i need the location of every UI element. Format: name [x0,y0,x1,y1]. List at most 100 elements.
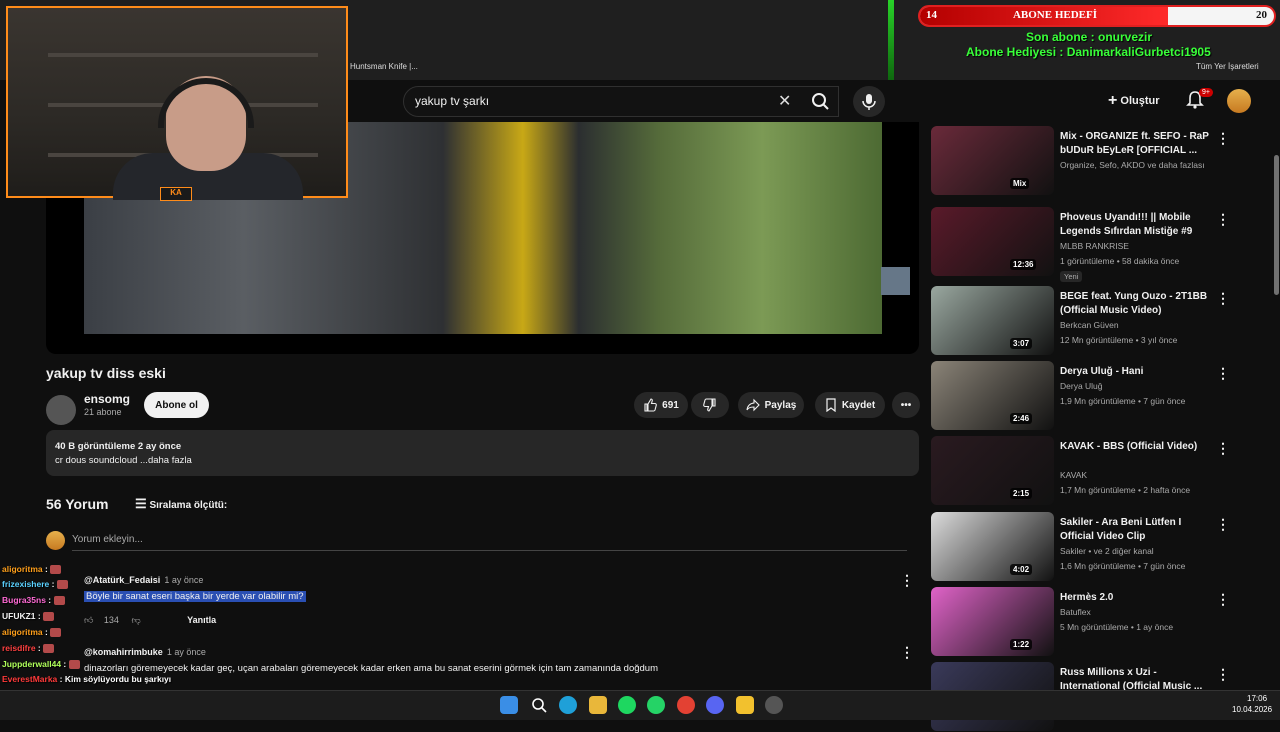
video-title[interactable]: Derya Uluğ - Hani [1060,365,1210,379]
video-title[interactable]: Mix - ORGANIZE ft. SEFO - RaP bUDuR bEyL… [1060,130,1210,158]
channel-name[interactable]: Organize, Sefo, AKDO ve daha fazlası [1060,160,1205,170]
recommended-video[interactable]: Mix Mix - ORGANIZE ft. SEFO - RaP bUDuR b… [931,126,1271,196]
chat-user[interactable]: UFUKZ1 [2,611,36,621]
comment-actions: 👍︎ 134 👎︎ Yanıtla [84,615,216,626]
video-menu-icon[interactable]: ⋮ [1216,211,1230,228]
chat-message: reisdifre : [2,643,55,654]
comment-menu-icon[interactable]: ⋮ [900,644,914,661]
video-menu-icon[interactable]: ⋮ [1216,290,1230,307]
video-meta: 5 Mn görüntüleme • 1 ay önce [1060,622,1174,632]
bookmark-item[interactable]: Huntsman Knife |... [350,62,418,71]
video-thumbnail[interactable] [931,512,1054,581]
edge-icon[interactable] [559,696,577,714]
chat-user[interactable]: aligoritma [2,564,43,574]
video-title[interactable]: KAVAK - BBS (Official Video) [1060,440,1210,454]
share-button[interactable]: Paylaş [738,392,804,418]
video-description[interactable]: 40 B görüntüleme 2 ay önce cr dous sound… [46,430,919,476]
video-menu-icon[interactable]: ⋮ [1216,516,1230,533]
all-bookmarks-link[interactable]: Tüm Yer İşaretleri [1196,62,1259,71]
channel-name[interactable]: Berkcan Güven [1060,320,1119,330]
clock-time[interactable]: 17:06 [1247,694,1267,703]
windows-taskbar [0,690,1280,720]
chat-message: aligoritma : [2,564,62,575]
video-title[interactable]: Hermès 2.0 [1060,591,1210,605]
video-menu-icon[interactable]: ⋮ [1216,365,1230,382]
comment-author[interactable]: @komahirrimbuke 1 ay önce [84,647,206,657]
emote-icon [50,628,62,638]
webcam-logo: KA [160,187,192,201]
video-thumbnail[interactable] [931,587,1054,656]
recommended-video[interactable]: 3:07 BEGE feat. Yung Ouzo - 2T1BB (Offici… [931,286,1271,356]
description-text: cr dous soundcloud ...daha fazla [55,455,192,466]
emote-icon [50,565,62,575]
recommended-video[interactable]: 1:22 Hermès 2.0 Batuflex 5 Mn görüntüleme •… [931,587,1271,657]
spotify-icon[interactable] [618,696,636,714]
channel-avatar[interactable] [46,395,76,425]
channel-name[interactable]: MLBB RANKRISE [1060,241,1129,251]
account-avatar[interactable] [1227,89,1251,113]
search-button[interactable] [801,86,839,117]
channel-name[interactable]: Derya Uluğ [1060,381,1103,391]
channel-name[interactable]: Batuflex [1060,607,1091,617]
dislike-button[interactable] [691,392,729,418]
share-icon [746,398,760,412]
reply-button[interactable]: Yanıtla [187,615,216,625]
subscribe-button[interactable]: Abone ol [144,392,209,418]
video-menu-icon[interactable]: ⋮ [1216,666,1230,683]
create-button[interactable]: + Oluştur [1108,92,1160,110]
video-menu-icon[interactable]: ⋮ [1216,591,1230,608]
comment-author[interactable]: @Atatürk_Fedaisi 1 ay önce [84,575,203,585]
chat-user[interactable]: aligoritma [2,627,43,637]
search-query[interactable]: yakup tv şarkı [415,94,489,108]
new-badge: Yeni [1060,271,1083,282]
recommended-video[interactable]: 4:02 Sakiler - Ara Beni Lütfen I Official… [931,512,1271,582]
more-actions-button[interactable]: ••• [892,392,920,418]
clock-date[interactable]: 10.04.2026 [1232,705,1272,714]
last-subscriber: Son abone : onurvezir [1026,30,1153,44]
chat-user[interactable]: frizexishere [2,579,49,589]
like-button[interactable]: 691 [634,392,688,418]
video-title[interactable]: Phoveus Uyandı!!! || Mobile Legends Sıfı… [1060,211,1210,239]
chat-user[interactable]: EverestMarka [2,674,57,684]
chat-user[interactable]: Juppderwall44 [2,659,61,669]
video-thumbnail[interactable] [931,286,1054,355]
recommended-video[interactable]: 2:46 Derya Uluğ - Hani Derya Uluğ 1,9 Mn gö… [931,361,1271,431]
notification-badge: 9+ [1199,88,1213,97]
save-button[interactable]: Kaydet [815,392,885,418]
app-icon[interactable] [736,696,754,714]
channel-name[interactable]: KAVAK [1060,470,1087,480]
video-menu-icon[interactable]: ⋮ [1216,130,1230,147]
video-title[interactable]: Sakiler - Ara Beni Lütfen I Official Vid… [1060,516,1210,544]
channel-name[interactable]: ensomg [84,392,130,406]
search-icon [812,93,829,110]
goal-target: 20 [1256,9,1267,21]
video-duration: 1:22 [1010,639,1033,650]
video-thumbnail[interactable] [931,436,1054,505]
chrome-icon[interactable] [677,696,695,714]
thumbs-up-icon[interactable]: 👍︎ [84,615,93,625]
channel-name[interactable]: Sakiler • ve 2 diğer kanal [1060,546,1154,556]
chat-user[interactable]: reisdifre [2,643,36,653]
clear-search-icon[interactable]: ✕ [778,91,791,111]
voice-search-button[interactable] [853,86,885,117]
comment-menu-icon[interactable]: ⋮ [900,572,914,589]
video-end-card-thumb[interactable] [881,267,910,295]
recommended-video[interactable]: 12:36 Phoveus Uyandı!!! || Mobile Legends… [931,207,1271,282]
thumbs-down-icon[interactable]: 👎︎ [131,615,140,625]
recommended-video[interactable]: 2:15 KAVAK - BBS (Official Video) KAVAK 1,7… [931,436,1271,506]
obs-icon[interactable] [765,696,783,714]
add-comment-input[interactable]: Yorum ekleyin... [72,534,143,545]
start-icon[interactable] [500,696,518,714]
search-icon[interactable] [530,696,548,714]
sort-comments-button[interactable]: ☰ Sıralama ölçütü: [135,496,227,512]
video-thumbnail[interactable] [931,126,1054,195]
video-thumbnail[interactable] [931,361,1054,430]
video-title[interactable]: BEGE feat. Yung Ouzo - 2T1BB (Official M… [1060,290,1210,318]
whatsapp-icon[interactable] [647,696,665,714]
video-menu-icon[interactable]: ⋮ [1216,440,1230,457]
folder-icon[interactable] [589,696,607,714]
discord-icon[interactable] [706,696,724,714]
scrollbar[interactable] [1274,155,1279,295]
mic-icon [862,94,876,110]
chat-user[interactable]: Bugra35ns [2,595,46,605]
